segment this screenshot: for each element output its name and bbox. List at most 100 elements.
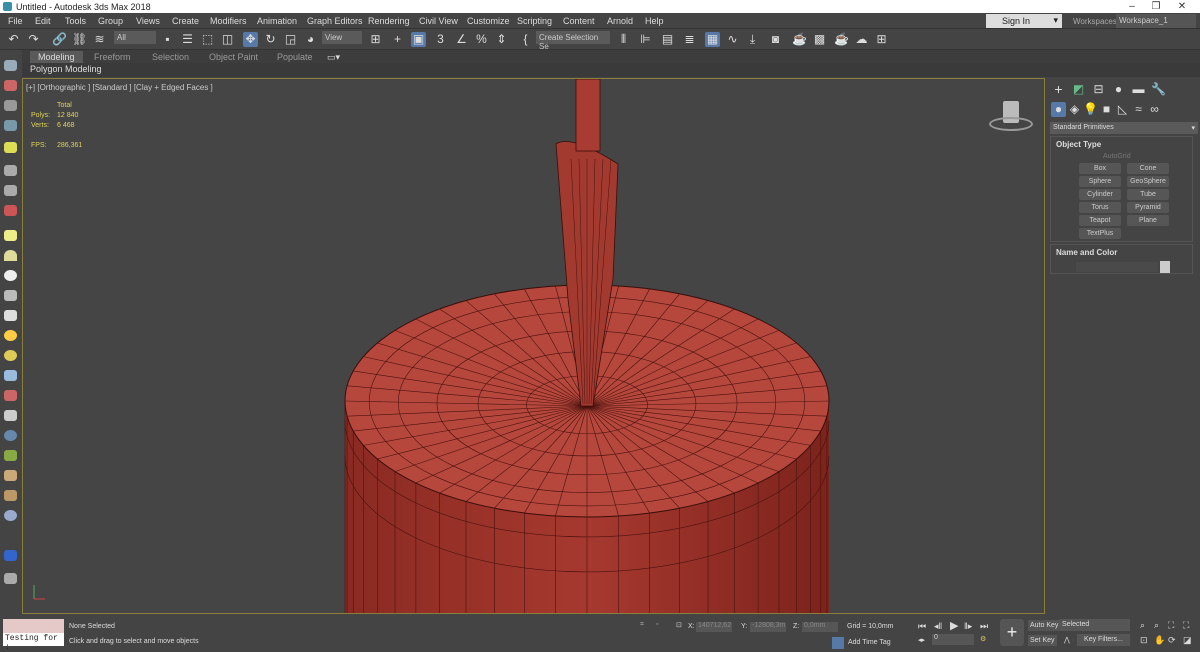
scene-explorer-icon[interactable]: ▤: [660, 32, 675, 47]
utilities-tab-icon[interactable]: 🔧: [1151, 82, 1166, 97]
select-by-name-icon[interactable]: ☰: [180, 32, 195, 47]
sun-icon[interactable]: [4, 330, 17, 341]
rendered-frame-window-icon[interactable]: ▩: [812, 32, 827, 47]
menu-edit[interactable]: Edit: [35, 16, 51, 26]
torus-icon[interactable]: [4, 290, 17, 301]
z-coordinate-input[interactable]: 0,0mm: [802, 622, 838, 632]
space-warps-icon[interactable]: ≈: [1131, 102, 1146, 117]
omni-light-icon[interactable]: [4, 350, 17, 361]
scripting-icon[interactable]: [4, 550, 17, 561]
previous-frame-icon[interactable]: ◂‖: [934, 621, 942, 632]
object-type-title[interactable]: Object Type: [1056, 140, 1101, 149]
redo-icon[interactable]: ↷: [26, 32, 41, 47]
lock-selection-icon[interactable]: ▫: [656, 621, 658, 628]
render-cloud-icon[interactable]: ☁: [854, 32, 869, 47]
play-icon[interactable]: ▶: [950, 619, 958, 632]
geometry-icon[interactable]: ●: [1051, 102, 1066, 117]
reference-coordinate-dropdown[interactable]: View: [322, 31, 362, 44]
crowd-icon[interactable]: [4, 490, 17, 501]
auto-key-button[interactable]: Auto Key: [1028, 620, 1061, 631]
zoom-extents-all-icon[interactable]: ⛶: [1183, 620, 1189, 631]
stem-rod[interactable]: [575, 79, 601, 152]
render-setup-icon[interactable]: ☕: [792, 32, 807, 47]
display-tab-icon[interactable]: ▬: [1131, 82, 1146, 97]
object-name-input[interactable]: [1076, 262, 1158, 272]
object-color-swatch[interactable]: [1160, 261, 1170, 273]
teapot-icon[interactable]: [4, 60, 17, 71]
create-key-button[interactable]: +: [1000, 619, 1024, 646]
box-button[interactable]: Box: [1079, 163, 1121, 174]
dynamics-icon[interactable]: [4, 390, 17, 401]
current-frame-spinner[interactable]: 0: [932, 634, 974, 645]
menu-tools[interactable]: Tools: [65, 16, 86, 26]
layer-explorer-icon[interactable]: ≣: [682, 32, 697, 47]
cone-button[interactable]: Cone: [1127, 163, 1169, 174]
space-warp-icon[interactable]: [4, 205, 17, 216]
settings-icon[interactable]: [4, 573, 17, 584]
x-coordinate-input[interactable]: 140712,62: [696, 622, 732, 632]
schematic-view-icon[interactable]: ⤓: [745, 32, 760, 47]
menu-civil-view[interactable]: Civil View: [419, 16, 458, 26]
particles-icon[interactable]: [4, 370, 17, 381]
menu-file[interactable]: File: [8, 16, 23, 26]
tab-selection[interactable]: Selection: [152, 52, 189, 62]
camera-icon[interactable]: [4, 165, 17, 176]
named-selection-dropdown[interactable]: Create Selection Se: [536, 31, 610, 51]
lights-icon[interactable]: 💡: [1083, 102, 1098, 117]
sphere-icon[interactable]: [4, 270, 17, 281]
isolate-icon[interactable]: ⌗: [640, 621, 644, 629]
menu-modifiers[interactable]: Modifiers: [210, 16, 247, 26]
teapot-button[interactable]: Teapot: [1079, 215, 1121, 226]
geosphere-button[interactable]: GeoSphere: [1127, 176, 1169, 187]
rotate-icon[interactable]: ↻: [263, 32, 278, 47]
ribbon-options-icon[interactable]: ▭▾: [327, 52, 340, 63]
menu-arnold[interactable]: Arnold: [607, 16, 633, 26]
menu-content[interactable]: Content: [563, 16, 595, 26]
helper-icon[interactable]: [4, 185, 17, 196]
plane-button[interactable]: Plane: [1127, 215, 1169, 226]
modify-tab-icon[interactable]: ◩: [1071, 82, 1086, 97]
set-key-button[interactable]: Set Key: [1028, 635, 1057, 646]
textplus-button[interactable]: TextPlus: [1079, 228, 1121, 239]
add-time-tag[interactable]: Add Time Tag: [848, 639, 891, 646]
ribbon-toggle-icon[interactable]: ▦: [705, 32, 720, 47]
next-frame-icon[interactable]: ‖▸: [964, 621, 972, 632]
pan-icon[interactable]: ✋: [1154, 635, 1165, 646]
cone-icon[interactable]: [4, 310, 17, 321]
helpers-icon[interactable]: ◺: [1115, 102, 1130, 117]
cylinder-button[interactable]: Cylinder: [1079, 189, 1121, 200]
biped-icon[interactable]: [4, 470, 17, 481]
key-mode-toggle-icon[interactable]: ◂▸: [918, 636, 925, 644]
render-sphere-icon[interactable]: [4, 510, 17, 521]
restore-button[interactable]: ❐: [1144, 0, 1168, 13]
polygon-modeling-label[interactable]: Polygon Modeling: [30, 64, 102, 74]
menu-graph-editors[interactable]: Graph Editors: [307, 16, 363, 26]
curve-editor-icon[interactable]: ∿: [725, 32, 740, 47]
sphere-button[interactable]: Sphere: [1079, 176, 1121, 187]
autogrid-checkbox[interactable]: AutoGrid: [1103, 153, 1131, 160]
absolute-mode-icon[interactable]: ⊡: [676, 621, 682, 629]
light-icon[interactable]: [4, 142, 17, 153]
foliage-icon[interactable]: [4, 450, 17, 461]
pivot-center-icon[interactable]: ⊞: [368, 32, 383, 47]
spinner-snap-icon[interactable]: ⇕: [494, 32, 509, 47]
snaps-toggle-icon[interactable]: 3: [433, 32, 448, 47]
viewport-perspective[interactable]: [+] [Orthographic ] [Standard ] [Clay + …: [22, 78, 1045, 614]
time-tag-icon[interactable]: [832, 637, 844, 649]
box-light-icon[interactable]: [4, 230, 17, 241]
motion-tab-icon[interactable]: ●: [1111, 82, 1126, 97]
torus-button[interactable]: Torus: [1079, 202, 1121, 213]
percent-snap-icon[interactable]: %: [474, 32, 489, 47]
create-tab-icon[interactable]: +: [1051, 82, 1066, 97]
menu-customize[interactable]: Customize: [467, 16, 510, 26]
go-to-end-icon[interactable]: ⏭: [980, 621, 988, 632]
render-production-icon[interactable]: ☕: [834, 32, 849, 47]
zoom-extents-icon[interactable]: ⛶: [1168, 620, 1174, 631]
globe-icon[interactable]: [4, 430, 17, 441]
selection-filter-dropdown[interactable]: All: [114, 31, 156, 44]
angle-snap-icon[interactable]: ∠: [454, 32, 469, 47]
tab-object-paint[interactable]: Object Paint: [209, 52, 258, 62]
systems-icon[interactable]: ∞: [1147, 102, 1162, 117]
move-icon[interactable]: ✥: [243, 32, 258, 47]
placement-icon[interactable]: ◕: [303, 32, 318, 47]
